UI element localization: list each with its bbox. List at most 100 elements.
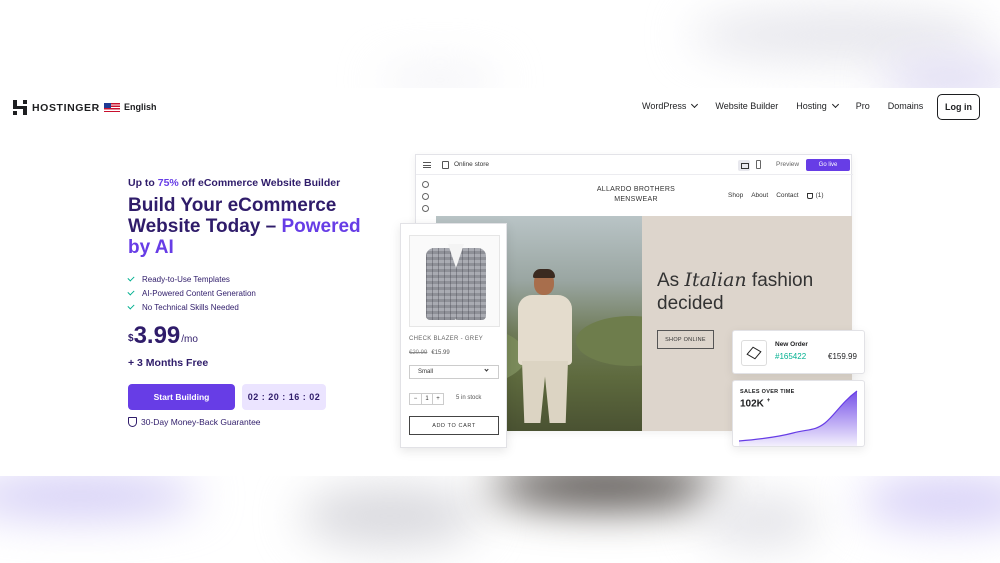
chevron-down-icon [831, 100, 839, 109]
blur-shape [700, 496, 820, 546]
product-price: €20.99 €15.99 [409, 350, 450, 356]
check-icon [127, 302, 135, 310]
chevron-down-icon [484, 367, 489, 372]
cart-count: (1) [815, 192, 824, 199]
logo-text: HOSTINGER [32, 101, 100, 114]
sale-price: €15.99 [431, 350, 450, 356]
new-order-card: New Order #165422 €159.99 [732, 330, 865, 374]
menu-icon[interactable] [423, 162, 431, 168]
increase-button[interactable]: + [432, 394, 443, 404]
us-flag-icon [104, 102, 120, 112]
sales-card: SALES OVER TIME 102K + [732, 380, 865, 447]
bonus-offer: + 3 Months Free [128, 357, 209, 369]
old-price: €20.99 [409, 350, 428, 356]
menu-item-label: Pro [855, 101, 870, 111]
feature-label: No Technical Skills Needed [142, 302, 239, 312]
blur-shape [690, 10, 990, 60]
menu-item-website-builder[interactable]: Website Builder [715, 101, 778, 111]
promo-eyebrow: Up to 75% off eCommerce Website Builder [128, 177, 340, 189]
store-nav-shop[interactable]: Shop [728, 192, 743, 199]
package-icon [741, 340, 767, 366]
list-item: No Technical Skills Needed [127, 300, 256, 314]
desktop-view-icon[interactable] [738, 160, 750, 171]
feature-label: Ready-to-Use Templates [142, 274, 230, 284]
quantity-stepper: − 1 + [409, 393, 444, 405]
store-brand: ALLARDO BROTHERS MENSWEAR [586, 185, 686, 205]
size-value: Small [418, 369, 434, 375]
stock-status: 5 in stock [456, 395, 482, 401]
menu-item-label: WordPress [642, 101, 687, 111]
menu-item-pro[interactable]: Pro [856, 101, 870, 111]
sales-suffix: + [766, 398, 771, 404]
menu-item-label: Website Builder [715, 101, 779, 111]
shop-online-button[interactable]: SHOP ONLINE [657, 330, 714, 349]
add-section-icon[interactable] [422, 181, 429, 188]
banner-italic: Italian [684, 269, 747, 291]
feature-list: Ready-to-Use Templates AI-Powered Conten… [127, 272, 256, 314]
product-card: CHECK BLAZER - GREY €20.99 €15.99 Small … [400, 223, 507, 448]
layers-icon[interactable] [422, 193, 429, 200]
blur-shape [490, 476, 720, 506]
quantity-value[interactable]: 1 [421, 394, 432, 404]
order-title: New Order [775, 341, 808, 348]
builder-toolbar: Online store Preview Go live [416, 155, 853, 175]
menu-item-wordpress[interactable]: WordPress [642, 100, 699, 111]
chevron-down-icon [691, 100, 699, 109]
main-menu: WordPress Website Builder Hosting Pro Do… [642, 100, 924, 111]
order-amount: €159.99 [828, 352, 857, 361]
go-live-button[interactable]: Go live [806, 159, 850, 171]
store-nav-contact[interactable]: Contact [776, 192, 798, 199]
language-label: English [124, 102, 157, 112]
sales-value: 102K + [740, 398, 770, 409]
check-icon [127, 288, 135, 296]
language-selector[interactable]: English [104, 102, 157, 112]
start-building-button[interactable]: Start Building [128, 384, 235, 410]
blur-shape [300, 486, 480, 546]
banner-text: As [657, 270, 685, 291]
list-item: Ready-to-Use Templates [127, 272, 256, 286]
size-select[interactable]: Small [409, 365, 499, 379]
check-icon [127, 274, 135, 282]
discount-highlight: 75% [157, 177, 179, 189]
blur-shape [860, 476, 1000, 526]
list-item: AI-Powered Content Generation [127, 286, 256, 300]
preview-button[interactable]: Preview [776, 161, 799, 168]
cart-icon [806, 192, 813, 199]
hostinger-logo-icon [13, 100, 27, 115]
menu-item-label: Hosting [796, 101, 827, 111]
landing-page: HOSTINGER English WordPress Website Buil… [0, 88, 1000, 476]
store-navigation: Shop About Contact (1) [728, 192, 824, 199]
login-button[interactable]: Log in [937, 94, 980, 120]
menu-item-domains[interactable]: Domains [888, 101, 924, 111]
order-id: #165422 [775, 352, 807, 361]
price-period: /mo [181, 334, 198, 345]
cart-button[interactable]: (1) [806, 192, 824, 199]
background-top [0, 0, 1000, 100]
brand-line: ALLARDO BROTHERS [596, 186, 676, 193]
blur-shape [380, 70, 500, 90]
sales-title: SALES OVER TIME [740, 389, 795, 395]
page-title: Build Your eCommerce Website Today – Pow… [128, 195, 388, 258]
hostinger-logo[interactable]: HOSTINGER [13, 100, 100, 115]
eyebrow-prefix: Up to [128, 177, 158, 189]
decrease-button[interactable]: − [410, 394, 421, 404]
brand-line: MENSWEAR [614, 196, 658, 203]
feature-label: AI-Powered Content Generation [142, 288, 256, 298]
blazer-image [426, 244, 486, 320]
model-figure [514, 269, 576, 423]
store-nav-about[interactable]: About [751, 192, 768, 199]
product-name: CHECK BLAZER - GREY [409, 336, 484, 342]
shield-check-icon [128, 417, 137, 427]
money-back-guarantee: 30-Day Money-Back Guarantee [128, 417, 261, 427]
add-to-cart-button[interactable]: ADD TO CART [409, 416, 499, 435]
product-image [409, 235, 500, 327]
background-bottom [0, 476, 1000, 563]
banner-headline: As Italian fashion decided [657, 269, 847, 315]
mobile-view-icon[interactable] [756, 160, 761, 169]
guarantee-label: 30-Day Money-Back Guarantee [141, 417, 261, 427]
store-icon [442, 161, 449, 169]
sales-number: 102K [740, 398, 764, 410]
palette-icon[interactable] [422, 205, 429, 212]
menu-item-hosting[interactable]: Hosting [796, 100, 839, 111]
top-navigation: HOSTINGER English WordPress Website Buil… [0, 88, 1000, 128]
